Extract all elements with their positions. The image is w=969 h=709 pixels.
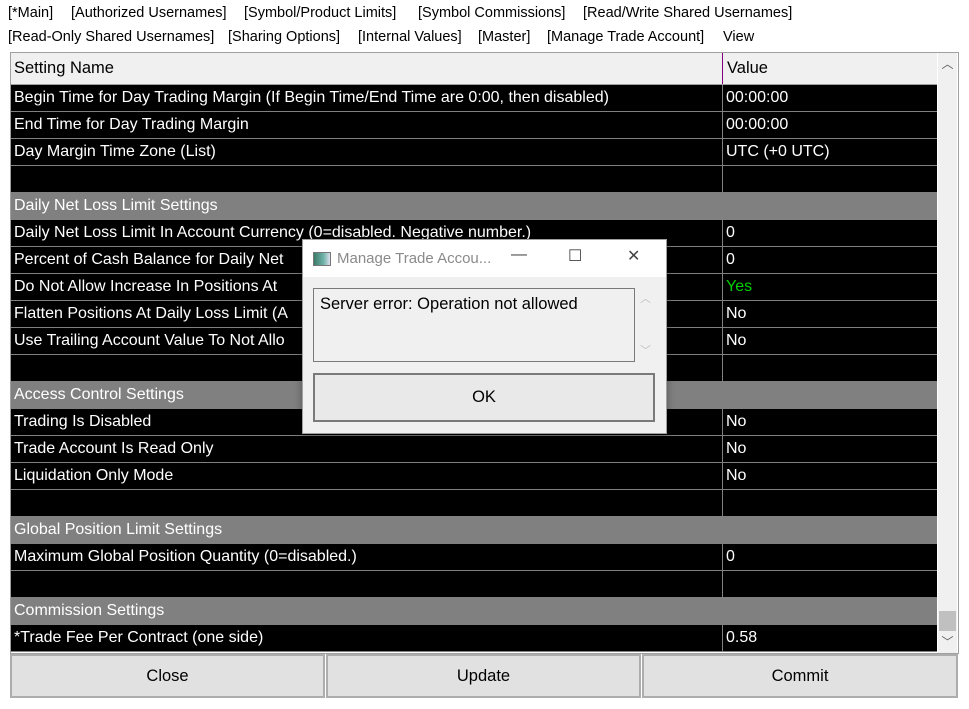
setting-name: Maximum Global Position Quantity (0=disa… <box>14 548 357 565</box>
menu-item[interactable]: [Internal Values] <box>358 29 462 45</box>
table-header: Setting Name Value <box>11 53 937 85</box>
commit-button[interactable]: Commit <box>642 654 958 698</box>
setting-name: Liquidation Only Mode <box>14 467 174 484</box>
setting-name: Begin Time for Day Trading Margin (If Be… <box>14 89 609 106</box>
setting-value[interactable]: 0 <box>722 544 735 570</box>
setting-name: Trade Account Is Read Only <box>14 440 214 457</box>
table-row[interactable]: *Trade Fee Per Contract (one side) 0.58 <box>11 625 937 652</box>
error-dialog: Manage Trade Accou... — ☐ ✕ Server error… <box>302 239 667 434</box>
column-divider[interactable] <box>722 53 723 84</box>
setting-name: Global Position Limit Settings <box>14 521 223 538</box>
minimize-icon[interactable]: — <box>511 246 527 264</box>
setting-value[interactable]: No <box>722 409 746 435</box>
menu-item[interactable]: [Read-Only Shared Usernames] <box>8 29 214 45</box>
setting-value[interactable] <box>722 571 726 597</box>
table-row[interactable]: Trade Account Is Read Only No <box>11 436 937 463</box>
setting-value[interactable] <box>722 166 726 192</box>
table-row[interactable] <box>11 490 937 517</box>
setting-name: Trading Is Disabled <box>14 413 152 430</box>
close-button[interactable]: Close <box>10 654 325 698</box>
chevron-down-icon: ﹀ <box>640 345 651 357</box>
setting-value[interactable] <box>722 490 726 516</box>
setting-name: Use Trailing Account Value To Not Allo <box>14 332 285 349</box>
column-header-value[interactable]: Value <box>727 59 768 78</box>
menu-item[interactable]: [*Main] <box>8 5 53 21</box>
menu-item[interactable]: [Sharing Options] <box>228 29 340 45</box>
chevron-up-icon: ︿ <box>640 293 651 305</box>
menu-item[interactable]: [Symbol Commissions] <box>418 5 565 21</box>
close-icon[interactable]: ✕ <box>627 246 640 266</box>
setting-name: Daily Net Loss Limit Settings <box>14 197 218 214</box>
table-row[interactable]: Begin Time for Day Trading Margin (If Be… <box>11 85 937 112</box>
vertical-scrollbar[interactable]: ︿ ﹀ <box>938 53 957 653</box>
setting-name: Commission Settings <box>14 602 165 619</box>
setting-value[interactable]: 00:00:00 <box>722 85 788 111</box>
table-row[interactable]: End Time for Day Trading Margin 00:00:00 <box>11 112 937 139</box>
scrollbar-thumb[interactable] <box>939 611 956 631</box>
maximize-icon[interactable]: ☐ <box>568 246 582 266</box>
group-header-row[interactable]: Global Position Limit Settings <box>11 517 937 544</box>
update-button[interactable]: Update <box>326 654 641 698</box>
group-header-row[interactable]: Commission Settings <box>11 598 937 625</box>
error-message: Server error: Operation not allowed <box>320 295 578 313</box>
setting-name: Access Control Settings <box>14 386 184 403</box>
scroll-down-icon[interactable]: ﹀ <box>938 633 957 651</box>
table-row[interactable]: Maximum Global Position Quantity (0=disa… <box>11 544 937 571</box>
menu-item[interactable]: [Master] <box>478 29 530 45</box>
setting-value[interactable]: No <box>722 301 746 327</box>
table-row[interactable] <box>11 166 937 193</box>
menu-item[interactable]: [Read/Write Shared Usernames] <box>583 5 792 21</box>
setting-value[interactable]: No <box>722 436 746 462</box>
setting-value[interactable]: 0.58 <box>722 625 757 651</box>
setting-name: End Time for Day Trading Margin <box>14 116 249 133</box>
setting-name: Day Margin Time Zone (List) <box>14 143 216 160</box>
menu-item[interactable]: [Manage Trade Account] <box>547 29 704 45</box>
group-header-row[interactable]: Daily Net Loss Limit Settings <box>11 193 937 220</box>
menu-item[interactable]: View <box>723 29 754 45</box>
setting-value[interactable]: 0 <box>722 220 735 246</box>
table-row[interactable]: Day Margin Time Zone (List) UTC (+0 UTC) <box>11 139 937 166</box>
app-icon <box>313 252 331 266</box>
setting-name: Percent of Cash Balance for Daily Net <box>14 251 284 268</box>
table-row[interactable]: Liquidation Only Mode No <box>11 463 937 490</box>
setting-value[interactable]: 0 <box>722 247 735 273</box>
setting-value[interactable]: No <box>722 328 746 354</box>
ok-button[interactable]: OK <box>313 373 655 422</box>
setting-value[interactable]: No <box>722 463 746 489</box>
menu-item[interactable]: [Symbol/Product Limits] <box>244 5 396 21</box>
setting-name: Do Not Allow Increase In Positions At <box>14 278 278 295</box>
scroll-up-icon[interactable]: ︿ <box>938 55 957 73</box>
dialog-title: Manage Trade Accou... <box>337 250 492 267</box>
dialog-titlebar[interactable]: Manage Trade Accou... — ☐ ✕ <box>303 240 666 277</box>
setting-value[interactable]: Yes <box>722 274 752 300</box>
setting-value[interactable]: 00:00:00 <box>722 112 788 138</box>
setting-name: *Trade Fee Per Contract (one side) <box>14 629 264 646</box>
setting-value[interactable] <box>722 355 726 381</box>
message-box: Server error: Operation not allowed <box>313 288 635 362</box>
column-header-setting-name[interactable]: Setting Name <box>14 59 114 78</box>
menu-item[interactable]: [Authorized Usernames] <box>71 5 227 21</box>
setting-name: Flatten Positions At Daily Loss Limit (A <box>14 305 288 322</box>
table-row[interactable] <box>11 571 937 598</box>
setting-value[interactable]: UTC (+0 UTC) <box>722 139 830 165</box>
